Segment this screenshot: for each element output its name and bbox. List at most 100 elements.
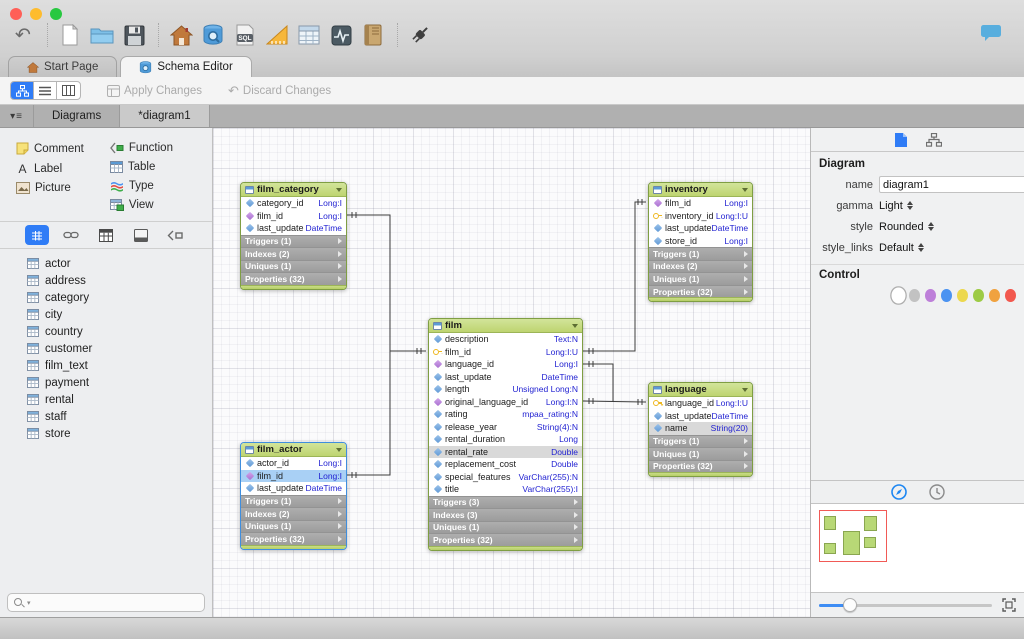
table-section-row[interactable]: Properties (32) (649, 284, 752, 298)
new-file-icon[interactable] (55, 22, 85, 48)
undo-icon[interactable]: ↶ (8, 22, 38, 48)
color-swatch[interactable] (925, 289, 936, 302)
home-icon[interactable] (166, 22, 196, 48)
field-row[interactable]: special_features VarChar(255):N (429, 471, 582, 484)
field-row[interactable]: original_language_id Long:I:N (429, 396, 582, 409)
table-grid-icon[interactable] (294, 22, 324, 48)
field-row[interactable]: last_update DateTime (649, 410, 752, 423)
field-row[interactable]: last_update DateTime (241, 222, 346, 235)
table-section-row[interactable]: Uniques (1) (429, 520, 582, 534)
table-section-row[interactable]: Indexes (2) (649, 259, 752, 273)
field-row[interactable]: category_id Long:I (241, 197, 346, 210)
table-section-row[interactable]: Indexes (2) (241, 247, 346, 260)
apply-changes-button[interactable]: Apply Changes (107, 84, 202, 97)
palette-item-type[interactable]: Type (110, 180, 173, 192)
color-swatch[interactable] (1005, 289, 1016, 302)
color-swatch[interactable] (893, 289, 904, 302)
history-tab-icon[interactable] (928, 484, 945, 500)
table-section-row[interactable]: Uniques (1) (649, 447, 752, 460)
field-row[interactable]: inventory_id Long:I:U (649, 210, 752, 223)
save-icon[interactable] (119, 22, 149, 48)
zoom-window-button[interactable] (50, 8, 62, 20)
table-list-item[interactable]: film_text (0, 357, 212, 374)
table-node-film-actor[interactable]: film_actor actor_id Long:I film_id Long:… (240, 442, 347, 550)
table-list-item[interactable]: address (0, 272, 212, 289)
color-swatch[interactable] (973, 289, 984, 302)
table-node-inventory[interactable]: inventory film_id Long:I inventory_id Lo… (648, 182, 753, 303)
zoom-slider[interactable] (819, 598, 992, 612)
book-icon[interactable] (358, 22, 388, 48)
table-section-row[interactable]: Triggers (1) (241, 234, 346, 248)
field-row[interactable]: film_id Long:I (241, 469, 346, 482)
table-list-item[interactable]: store (0, 425, 212, 442)
table-section-row[interactable]: Uniques (1) (241, 259, 346, 273)
table-list-item[interactable]: customer (0, 340, 212, 357)
chat-icon[interactable] (980, 24, 1002, 41)
table-section-row[interactable]: Properties (32) (429, 533, 582, 546)
table-section-row[interactable]: Indexes (3) (429, 508, 582, 521)
foreign-keys-icon[interactable] (59, 225, 83, 245)
table-list-item[interactable]: payment (0, 374, 212, 391)
table-section-row[interactable]: Properties (32) (241, 272, 346, 285)
field-row[interactable]: film_id Long:I (241, 210, 346, 223)
palette-item-picture[interactable]: Picture (16, 182, 84, 194)
table-header[interactable]: inventory (649, 183, 752, 197)
table-list-item[interactable]: actor (0, 255, 212, 272)
tab-diagrams[interactable]: Diagrams (34, 105, 121, 127)
search-options-caret-icon[interactable]: ▾ (27, 599, 31, 607)
table-header[interactable]: film_actor (241, 443, 346, 457)
table-header[interactable]: language (649, 383, 752, 397)
tables-objects-icon[interactable] (24, 225, 49, 245)
field-row[interactable]: language_id Long:I (429, 358, 582, 371)
field-row[interactable]: last_update DateTime (649, 222, 752, 235)
collapse-caret-icon[interactable] (742, 387, 748, 392)
table-list-item[interactable]: city (0, 306, 212, 323)
table-section-row[interactable]: Properties (32) (241, 532, 346, 545)
field-row[interactable]: film_id Long:I:U (429, 346, 582, 359)
zoom-slider-thumb[interactable] (843, 598, 857, 612)
field-row[interactable]: rating mpaa_rating:N (429, 408, 582, 421)
diagram-view-icon[interactable] (11, 82, 34, 99)
schema-icon[interactable] (198, 22, 228, 48)
search-input[interactable]: ▾ (7, 593, 205, 612)
table-list-item[interactable]: country (0, 323, 212, 340)
views-objects-icon[interactable] (94, 225, 118, 245)
style-select[interactable]: Rounded (879, 221, 934, 233)
table-section-row[interactable]: Triggers (1) (649, 434, 752, 448)
table-node-film[interactable]: film description Text:N film_id Long:I:U (428, 318, 583, 551)
sql-icon[interactable]: SQL (230, 22, 260, 48)
table-section-row[interactable]: Triggers (1) (649, 247, 752, 260)
list-view-icon[interactable] (34, 82, 57, 99)
field-row[interactable]: rental_duration Long (429, 433, 582, 446)
diagram-name-input[interactable] (879, 176, 1024, 193)
ruler-icon[interactable] (262, 22, 292, 48)
discard-changes-button[interactable]: ↶ Discard Changes (228, 84, 331, 97)
color-swatch[interactable] (909, 289, 920, 302)
field-row[interactable]: last_update DateTime (241, 482, 346, 495)
field-row[interactable]: last_update DateTime (429, 371, 582, 384)
close-window-button[interactable] (10, 8, 22, 20)
field-row[interactable]: length Unsigned Long:N (429, 383, 582, 396)
table-list-item[interactable]: category (0, 289, 212, 306)
table-list-item[interactable]: rental (0, 391, 212, 408)
tab-start-page[interactable]: Start Page (8, 56, 118, 77)
gamma-select[interactable]: Light (879, 200, 913, 212)
field-row[interactable]: language_id Long:I:U (649, 397, 752, 410)
collapse-caret-icon[interactable] (336, 447, 342, 452)
palette-item-function[interactable]: Function (109, 142, 173, 154)
color-swatch[interactable] (957, 289, 968, 302)
color-swatch[interactable] (989, 289, 1000, 302)
collapse-caret-icon[interactable] (572, 323, 578, 328)
table-section-row[interactable]: Triggers (1) (241, 494, 346, 508)
minimize-window-button[interactable] (30, 8, 42, 20)
properties-tab-icon[interactable] (894, 132, 908, 148)
table-section-row[interactable]: Properties (32) (649, 459, 752, 473)
minimap-viewport[interactable] (819, 510, 887, 562)
field-row[interactable]: store_id Long:I (649, 235, 752, 248)
palette-item-view[interactable]: View (109, 199, 173, 211)
table-header[interactable]: film (429, 319, 582, 333)
monitor-icon[interactable] (326, 22, 356, 48)
plug-icon[interactable] (405, 22, 435, 48)
table-header[interactable]: film_category (241, 183, 346, 197)
zoom-to-fit-icon[interactable] (1002, 598, 1016, 612)
